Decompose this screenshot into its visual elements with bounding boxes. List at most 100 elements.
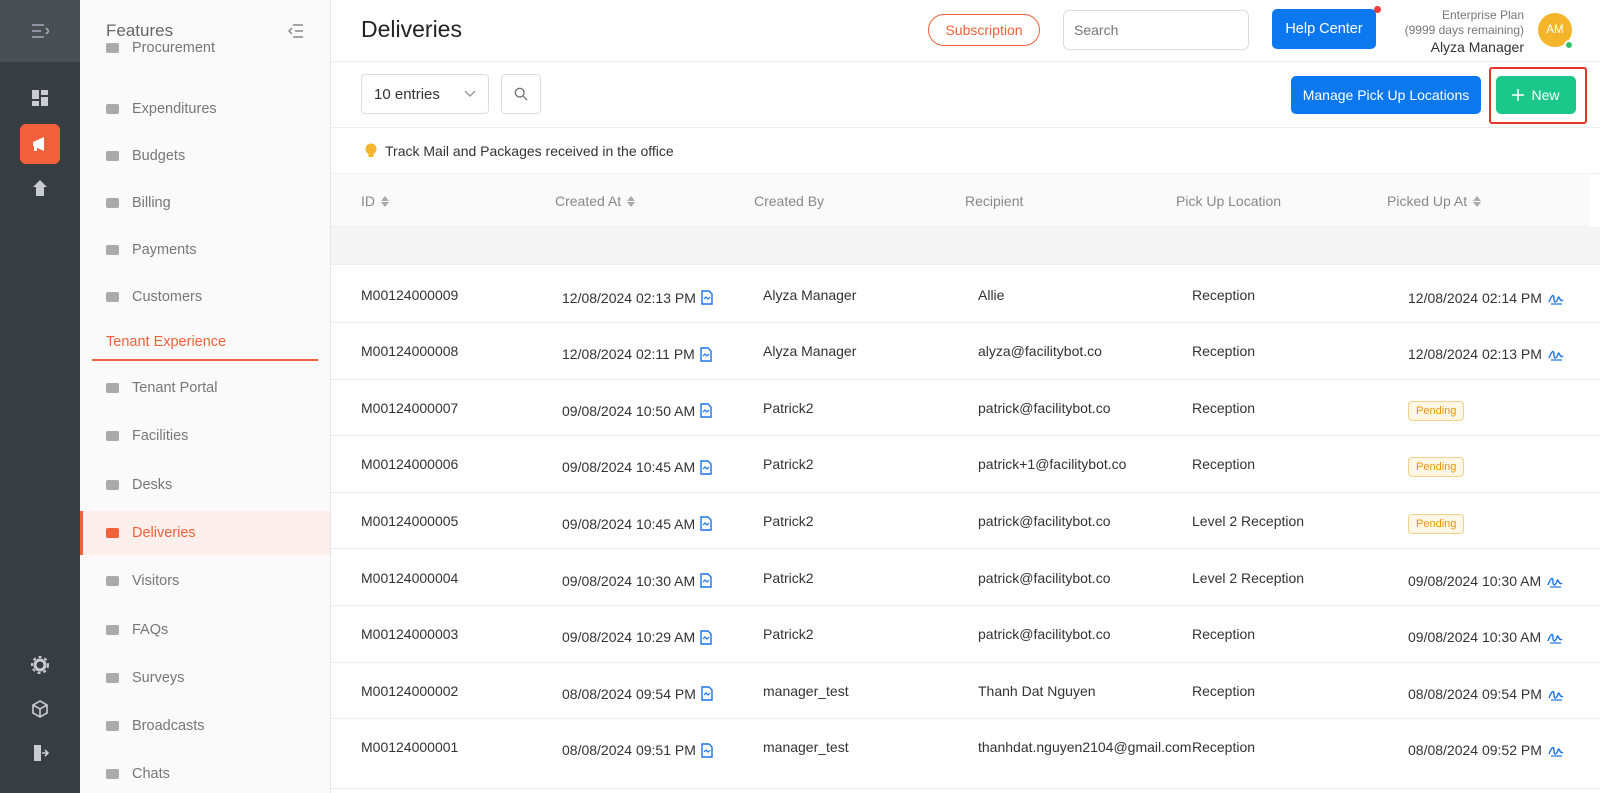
table-row[interactable]: M00124000007 09/08/2024 10:50 AM Patrick… bbox=[331, 379, 1600, 439]
table-row[interactable]: M00124000006 09/08/2024 10:45 AM Patrick… bbox=[331, 436, 1600, 493]
table-row[interactable]: M00124000002 08/08/2024 09:54 PM manager… bbox=[331, 662, 1600, 722]
column-header[interactable]: Created At bbox=[555, 175, 636, 227]
sidebar-item[interactable]: Chats bbox=[80, 752, 330, 793]
notification-dot bbox=[1374, 6, 1381, 13]
signature-icon[interactable] bbox=[1548, 291, 1564, 305]
new-delivery-button[interactable]: New bbox=[1496, 76, 1576, 114]
cell-location: Level 2 Reception bbox=[1192, 569, 1305, 586]
cell-created-at: 09/08/2024 10:50 AM bbox=[562, 382, 712, 439]
recipient-text: thanhdat.nguyen2104@gmail.com bbox=[978, 738, 1192, 755]
cell-location: Reception bbox=[1192, 343, 1256, 360]
table-row[interactable]: M00124000001 08/08/2024 09:51 PM manager… bbox=[331, 719, 1600, 789]
table-row[interactable]: M00124000005 09/08/2024 10:45 AM Patrick… bbox=[331, 492, 1600, 550]
cell-recipient: patrick@facilitybot.co bbox=[978, 379, 1168, 436]
help-center-button[interactable]: Help Center bbox=[1272, 9, 1376, 49]
cell-location: Reception bbox=[1192, 682, 1256, 699]
sidebar-item[interactable]: Procurement bbox=[80, 40, 330, 62]
cell-id: M00124000003 bbox=[361, 626, 459, 643]
sidebar-item[interactable]: Desks bbox=[80, 463, 330, 507]
cell-picked-up-at: 08/08/2024 09:52 PM bbox=[1408, 722, 1564, 779]
document-icon[interactable] bbox=[701, 743, 713, 758]
cell-created-at: 12/08/2024 02:13 PM bbox=[562, 269, 713, 326]
cell-location: Reception bbox=[1192, 626, 1256, 643]
document-icon[interactable] bbox=[701, 686, 713, 701]
signature-icon[interactable] bbox=[1548, 347, 1564, 361]
sidebar-item[interactable]: Payments bbox=[80, 228, 330, 272]
document-icon[interactable] bbox=[700, 516, 712, 532]
cell-created-at: 09/08/2024 10:30 AM bbox=[562, 552, 712, 609]
sort-icon[interactable] bbox=[627, 195, 636, 207]
signature-icon[interactable] bbox=[1548, 687, 1564, 701]
sidebar-item[interactable]: FAQs bbox=[80, 608, 330, 652]
sidebar-item[interactable]: Billing bbox=[80, 181, 330, 225]
sidebar-item[interactable]: Budgets bbox=[80, 134, 330, 178]
document-icon[interactable] bbox=[700, 346, 712, 362]
search-input[interactable] bbox=[1074, 22, 1255, 38]
dashboard-icon bbox=[32, 90, 48, 106]
cell-location: Reception bbox=[1192, 456, 1256, 473]
recipient-text: patrick@facilitybot.co bbox=[978, 399, 1111, 416]
document-icon[interactable] bbox=[700, 403, 712, 418]
recipient-text: patrick@facilitybot.co bbox=[978, 569, 1111, 586]
cell-created-by: Alyza Manager bbox=[763, 343, 857, 360]
sidebar-item[interactable]: Tenant Portal bbox=[80, 366, 330, 410]
document-icon[interactable] bbox=[700, 629, 712, 645]
column-header[interactable]: Picked Up At bbox=[1387, 175, 1482, 227]
column-header-label: Recipient bbox=[965, 193, 1024, 209]
section-tenant-experience[interactable]: Tenant Experience bbox=[92, 325, 318, 361]
document-icon[interactable] bbox=[700, 460, 712, 475]
sidebar-item[interactable]: Broadcasts bbox=[80, 704, 330, 748]
signature-icon[interactable] bbox=[1547, 574, 1563, 588]
created-at-text: 12/08/2024 02:11 PM bbox=[562, 346, 695, 363]
sidebar-item[interactable]: Expenditures bbox=[80, 87, 330, 131]
tenant-experience-button[interactable] bbox=[20, 124, 60, 164]
logout-button[interactable] bbox=[20, 733, 60, 773]
subscription-button[interactable]: Subscription bbox=[928, 14, 1040, 46]
sort-icon[interactable] bbox=[1473, 195, 1482, 207]
recipient-text: Allie bbox=[978, 286, 1005, 303]
sidebar-item-label: Expenditures bbox=[132, 101, 217, 117]
document-icon[interactable] bbox=[700, 573, 712, 588]
new-label: New bbox=[1531, 87, 1560, 103]
cell-location: Reception bbox=[1192, 739, 1256, 756]
gear-icon bbox=[31, 656, 49, 674]
cube-icon bbox=[32, 700, 48, 718]
megaphone-icon bbox=[33, 137, 44, 151]
sidebar-item[interactable]: Facilities bbox=[80, 414, 330, 458]
column-header[interactable]: ID bbox=[361, 175, 389, 227]
sidebar-item[interactable]: Customers bbox=[80, 275, 330, 319]
table-toolbar: 10 entries Manage Pick Up Locations New bbox=[331, 62, 1600, 128]
invoice-icon bbox=[104, 195, 120, 211]
cell-recipient: alyza@facilitybot.co bbox=[978, 323, 1168, 380]
created-at-text: 09/08/2024 10:30 AM bbox=[562, 572, 696, 589]
sidebar-item[interactable]: Deliveries bbox=[80, 510, 330, 555]
column-header-label: Pick Up Location bbox=[1176, 193, 1282, 209]
sidebar-item[interactable]: Surveys bbox=[80, 656, 330, 700]
dashboard-button[interactable] bbox=[20, 78, 60, 118]
menu-toggle-button[interactable] bbox=[0, 0, 80, 62]
document-icon[interactable] bbox=[701, 290, 713, 305]
analytics-button[interactable] bbox=[20, 168, 60, 208]
signature-icon[interactable] bbox=[1547, 630, 1563, 644]
table-row[interactable]: M00124000008 12/08/2024 02:11 PM Alyza M… bbox=[331, 323, 1600, 380]
column-header-label: Created By bbox=[754, 193, 825, 209]
table-row[interactable]: M00124000003 09/08/2024 10:29 AM Patrick… bbox=[331, 606, 1600, 663]
sidebar-item-label: Broadcasts bbox=[132, 718, 205, 735]
table-row[interactable]: M00124000009 12/08/2024 02:13 PM Alyza M… bbox=[331, 266, 1600, 323]
signature-icon[interactable] bbox=[1548, 743, 1564, 757]
collapse-sidebar-icon[interactable] bbox=[288, 24, 304, 38]
info-icon bbox=[104, 622, 120, 638]
modules-button[interactable] bbox=[20, 689, 60, 729]
manage-pickup-locations-button[interactable]: Manage Pick Up Locations bbox=[1291, 76, 1481, 114]
table-search-button[interactable] bbox=[501, 74, 541, 114]
table-row[interactable]: M00124000004 09/08/2024 10:30 AM Patrick… bbox=[331, 549, 1600, 606]
megaphone-icon bbox=[104, 718, 120, 734]
recipient-text: Thanh Dat Nguyen bbox=[978, 682, 1096, 699]
sort-icon[interactable] bbox=[381, 195, 389, 207]
icon-rail bbox=[0, 0, 80, 793]
cell-picked-up-at: 08/08/2024 09:54 PM bbox=[1408, 665, 1564, 722]
entries-select[interactable]: 10 entries bbox=[361, 74, 489, 114]
sidebar-item[interactable]: Visitors bbox=[80, 559, 330, 603]
user-name[interactable]: Alyza Manager bbox=[1405, 40, 1524, 55]
settings-button[interactable] bbox=[20, 645, 60, 685]
